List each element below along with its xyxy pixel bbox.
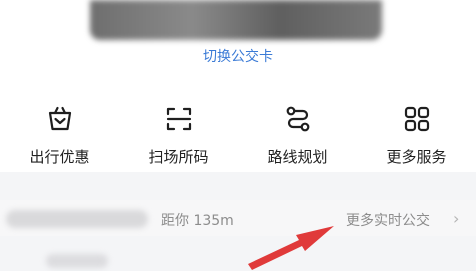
quick-action-label: 扫场所码 bbox=[148, 148, 209, 166]
payment-card-panel: 切换公交卡 出行优惠 扫场所码 路线规划 更多服务 bbox=[0, 0, 476, 172]
grid-icon bbox=[402, 104, 432, 134]
switch-bus-card-link[interactable]: 切换公交卡 bbox=[0, 46, 476, 66]
distance-label: 距你 135m bbox=[161, 213, 234, 229]
more-realtime-bus-link[interactable]: 更多实时公交 bbox=[346, 210, 430, 230]
blurred-station-name bbox=[6, 210, 148, 228]
quick-actions-row: 出行优惠 扫场所码 路线规划 更多服务 bbox=[0, 96, 476, 166]
blurred-bus-info bbox=[46, 254, 108, 268]
quick-action-route-planning[interactable]: 路线规划 bbox=[238, 96, 357, 166]
quick-action-scan-venue-code[interactable]: 扫场所码 bbox=[119, 96, 238, 166]
scan-frame-icon bbox=[164, 104, 194, 134]
quick-action-more-services[interactable]: 更多服务 bbox=[357, 96, 476, 166]
nearby-bus-row[interactable]: 距你 135m 更多实时公交 › bbox=[0, 200, 476, 236]
quick-action-label: 更多服务 bbox=[386, 148, 447, 166]
blurred-payment-code bbox=[90, 0, 382, 40]
basket-icon bbox=[45, 104, 75, 134]
nearby-bus-section: 距你 135m 更多实时公交 › bbox=[0, 178, 476, 271]
quick-action-travel-discount[interactable]: 出行优惠 bbox=[0, 96, 119, 166]
chevron-right-icon: › bbox=[453, 209, 460, 228]
quick-action-label: 路线规划 bbox=[267, 148, 328, 166]
quick-action-label: 出行优惠 bbox=[29, 148, 90, 166]
route-icon bbox=[283, 104, 313, 134]
